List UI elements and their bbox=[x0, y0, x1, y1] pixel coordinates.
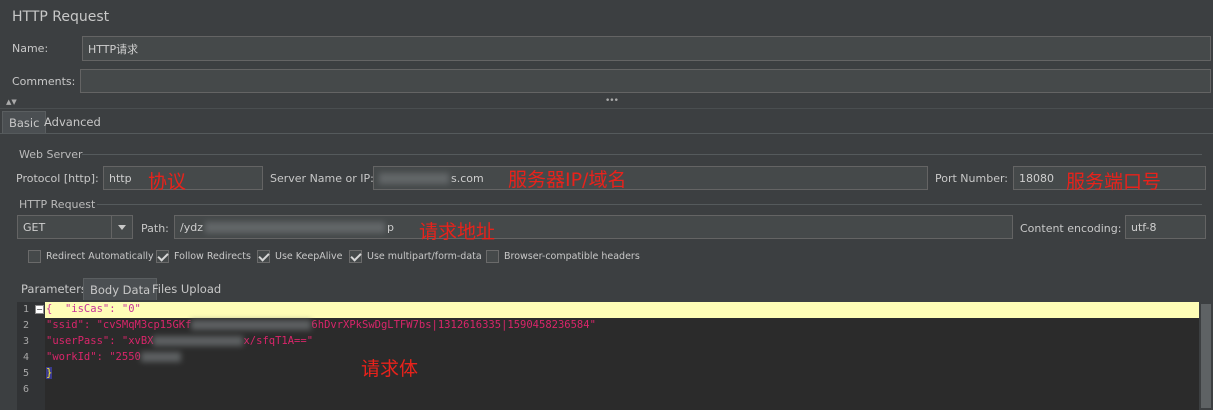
checkbox-label: Follow Redirects bbox=[174, 251, 251, 262]
fold-icon[interactable]: − bbox=[35, 305, 44, 314]
name-value: HTTP请求 bbox=[88, 42, 139, 56]
code-line-5: } bbox=[46, 367, 53, 379]
path-value-end: p bbox=[386, 220, 394, 234]
line-number: 4 bbox=[23, 352, 30, 363]
redacted-server bbox=[379, 172, 449, 184]
tab-parameters[interactable]: Parameters bbox=[15, 278, 93, 300]
name-field[interactable]: HTTP请求 bbox=[82, 36, 1211, 61]
encoding-label: Content encoding: bbox=[1020, 222, 1122, 235]
tab-advanced[interactable]: Advanced bbox=[38, 111, 107, 133]
json-key: "isCas" bbox=[64, 303, 110, 315]
line-number: 3 bbox=[23, 336, 30, 347]
splitter-handle-icon[interactable]: ••• bbox=[605, 96, 619, 106]
encoding-field[interactable]: utf-8 bbox=[1125, 215, 1206, 239]
path-label: Path: bbox=[141, 222, 169, 235]
checkbox-use-keepalive[interactable]: Use KeepAlive bbox=[257, 250, 343, 263]
code-line-4: "workId": "2550 bbox=[46, 351, 181, 363]
checkbox-label: Use multipart/form-data bbox=[367, 251, 482, 262]
collapse-arrows-icon[interactable]: ▲▼ bbox=[6, 98, 17, 106]
annotation-body: 请求体 bbox=[361, 358, 419, 380]
annotation-path: 请求地址 bbox=[419, 221, 496, 243]
checkbox-label: Browser-compatible headers bbox=[504, 251, 640, 262]
line-number: 2 bbox=[23, 320, 30, 331]
json-value: "0" bbox=[121, 303, 141, 315]
checkbox-box[interactable] bbox=[28, 250, 41, 263]
redacted-password bbox=[153, 336, 244, 346]
method-value: GET bbox=[23, 220, 46, 234]
scrollbar-thumb[interactable] bbox=[1201, 304, 1211, 408]
line-gutter: 1 2 3 4 5 6 − bbox=[17, 302, 45, 410]
json-value: "cvSMqM3cp15GKf bbox=[96, 319, 192, 331]
json-key: "workId" bbox=[46, 351, 97, 363]
path-field[interactable]: /ydz p bbox=[174, 215, 1013, 239]
port-value: 18080 bbox=[1019, 171, 1054, 185]
name-label: Name: bbox=[12, 42, 49, 55]
checkbox-use-multipart[interactable]: Use multipart/form-data bbox=[349, 250, 482, 263]
checkbox-follow-redirects[interactable]: Follow Redirects bbox=[156, 250, 251, 263]
json-value: "2550 bbox=[109, 351, 141, 363]
splitter-line bbox=[0, 108, 1213, 109]
json-key: "userPass" bbox=[46, 335, 110, 347]
line-number: 1 bbox=[23, 304, 30, 315]
path-value-start: /ydz bbox=[180, 220, 203, 234]
current-line-highlight bbox=[45, 302, 1200, 318]
checkbox-label: Use KeepAlive bbox=[275, 251, 343, 262]
checkbox-redirect-automatically[interactable]: Redirect Automatically bbox=[28, 250, 154, 263]
redacted-path bbox=[204, 221, 385, 233]
tab-divider bbox=[0, 133, 1213, 134]
annotation-port: 服务端口号 bbox=[1066, 171, 1162, 193]
server-field[interactable]: s.com bbox=[373, 166, 928, 190]
annotation-protocol: 协议 bbox=[148, 171, 187, 193]
json-value: "xvBX bbox=[121, 335, 154, 347]
method-select[interactable]: GET bbox=[17, 215, 133, 239]
chevron-down-icon[interactable] bbox=[111, 216, 132, 238]
code-line-3: "userPass": "xvBX x/sfqT1A==" bbox=[46, 335, 314, 347]
http-request-section-title: HTTP Request bbox=[19, 198, 96, 211]
comments-field[interactable] bbox=[80, 69, 1211, 93]
panel-title: HTTP Request bbox=[12, 9, 110, 25]
checkbox-browser-compatible[interactable]: Browser-compatible headers bbox=[486, 250, 640, 263]
checkbox-box[interactable] bbox=[257, 250, 270, 263]
code-line-1: { "isCas": "0" bbox=[46, 303, 141, 315]
redacted-ssid bbox=[191, 320, 312, 330]
port-label: Port Number: bbox=[935, 172, 1009, 185]
comments-label: Comments: bbox=[12, 75, 76, 88]
tab-bar: Basic Advanced bbox=[2, 111, 302, 133]
checkbox-box[interactable] bbox=[486, 250, 499, 263]
redacted-workid bbox=[140, 352, 181, 362]
line-number: 6 bbox=[23, 384, 30, 395]
server-label: Server Name or IP: bbox=[270, 172, 374, 185]
web-server-section-title: Web Server bbox=[19, 148, 83, 161]
protocol-label: Protocol [http]: bbox=[16, 172, 99, 185]
json-value: 6hDvrXPkSwDgLTFW7bs|1312616335|159045823… bbox=[311, 319, 596, 331]
line-number: 5 bbox=[23, 368, 30, 379]
json-value: x/sfqT1A==" bbox=[243, 335, 314, 347]
protocol-value: http bbox=[109, 171, 132, 185]
checkbox-label: Redirect Automatically bbox=[46, 251, 154, 262]
server-value: s.com bbox=[451, 171, 484, 185]
checkbox-box[interactable] bbox=[156, 250, 169, 263]
json-key: "ssid" bbox=[46, 319, 84, 331]
http-request-divider bbox=[97, 204, 1202, 205]
annotation-server: 服务器IP/域名 bbox=[508, 169, 627, 191]
body-data-editor[interactable]: 1 2 3 4 5 6 − { "isCas": "0" "ssid": "cv… bbox=[17, 302, 1200, 410]
checkbox-box[interactable] bbox=[349, 250, 362, 263]
web-server-divider bbox=[82, 154, 1202, 155]
tab-files-upload[interactable]: Files Upload bbox=[146, 278, 227, 300]
code-line-2: "ssid": "cvSMqM3cp15GKf 6hDvrXPkSwDgLTFW7… bbox=[46, 319, 596, 331]
body-tab-bar: Parameters Body Data Files Upload bbox=[15, 278, 275, 300]
encoding-value: utf-8 bbox=[1131, 220, 1157, 234]
